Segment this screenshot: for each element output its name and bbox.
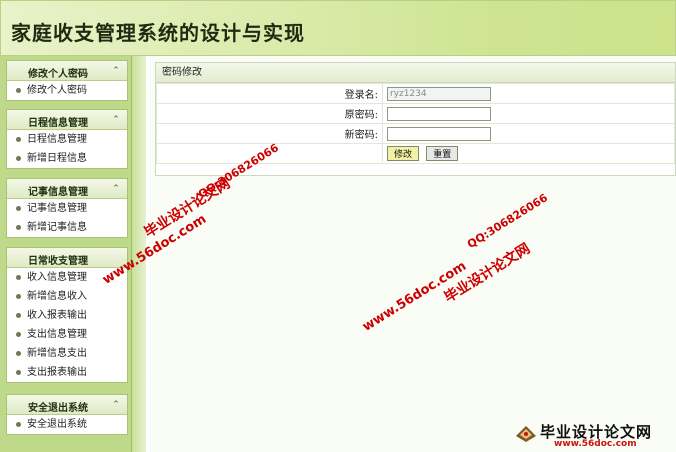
sidebar-item-expense-manage[interactable]: 支出信息管理	[7, 325, 127, 344]
password-panel: 密码修改 登录名: 原密码: 新密码: 修改 重置	[155, 62, 676, 176]
sidebar-item-label: 修改个人密码	[27, 85, 87, 96]
sidebar-item-label: 新增信息收入	[27, 291, 87, 302]
sidebar-item-label: 支出信息管理	[27, 329, 87, 340]
sidebar-item-label: 支出报表输出	[27, 367, 87, 378]
bullet-icon	[16, 88, 21, 93]
group-title: 安全退出系统	[28, 403, 88, 414]
new-password-field[interactable]	[387, 126, 491, 141]
bullet-icon	[16, 351, 21, 356]
sidebar-item-label: 日程信息管理	[27, 134, 87, 145]
sidebar-item-label: 记事信息管理	[27, 203, 87, 214]
group-header[interactable]: 安全退出系统 ⌃	[7, 395, 127, 415]
bullet-icon	[16, 313, 21, 318]
group-header[interactable]: 日程信息管理 ⌃	[7, 110, 127, 130]
panel-title: 密码修改	[156, 63, 675, 83]
logo-icon	[516, 426, 536, 442]
group-header[interactable]: 修改个人密码 ⌃	[7, 61, 127, 81]
app-header: 家庭收支管理系统的设计与实现	[0, 0, 676, 56]
group-title: 记事信息管理	[28, 187, 88, 198]
new-password-label: 新密码:	[156, 123, 383, 144]
sidebar-item-income-add[interactable]: 新增信息收入	[7, 287, 127, 306]
bullet-icon	[16, 206, 21, 211]
bullet-icon	[16, 422, 21, 427]
sidebar-item-label: 新增记事信息	[27, 222, 87, 233]
form-row: 登录名:	[156, 83, 675, 104]
site-logo: 毕业设计论文网 www.56doc.com	[510, 420, 676, 450]
collapse-icon[interactable]: ⌃	[111, 66, 121, 76]
sidebar-item-expense-report[interactable]: 支出报表输出	[7, 363, 127, 382]
sidebar-item-notes-add[interactable]: 新增记事信息	[7, 218, 127, 237]
reset-button[interactable]: 重置	[426, 146, 459, 161]
form-row: 新密码:	[156, 123, 675, 144]
password-form: 登录名: 原密码: 新密码: 修改 重置	[156, 83, 675, 164]
sidebar-group-schedule: 日程信息管理 ⌃ 日程信息管理 新增日程信息	[6, 109, 128, 169]
sidebar-item-schedule-manage[interactable]: 日程信息管理	[7, 130, 127, 149]
sidebar-item-logout[interactable]: 安全退出系统	[7, 415, 127, 434]
sidebar-item-label: 新增信息支出	[27, 348, 87, 359]
collapse-icon[interactable]: ⌃	[111, 184, 121, 194]
group-title: 日常收支管理	[28, 256, 88, 267]
submit-button[interactable]: 修改	[387, 146, 420, 161]
sidebar-item-label: 收入信息管理	[27, 272, 87, 283]
form-row: 修改 重置	[156, 143, 675, 164]
login-name-field[interactable]	[387, 86, 491, 101]
app-title: 家庭收支管理系统的设计与实现	[11, 21, 305, 45]
bullet-icon	[16, 332, 21, 337]
sidebar-group-notes: 记事信息管理 ⌃ 记事信息管理 新增记事信息	[6, 178, 128, 238]
collapse-icon[interactable]: ⌃	[111, 400, 121, 410]
collapse-icon[interactable]: ⌃	[111, 115, 121, 125]
sidebar-group-logout: 安全退出系统 ⌃ 安全退出系统	[6, 394, 128, 435]
old-password-label: 原密码:	[156, 103, 383, 124]
sidebar-item-label: 收入报表输出	[27, 310, 87, 321]
bullet-icon	[16, 137, 21, 142]
bullet-icon	[16, 156, 21, 161]
group-header[interactable]: 记事信息管理 ⌃	[7, 179, 127, 199]
bullet-icon	[16, 370, 21, 375]
logo-url: www.56doc.com	[554, 439, 637, 449]
sidebar-item-schedule-add[interactable]: 新增日程信息	[7, 149, 127, 168]
sidebar: 修改个人密码 ⌃ 修改个人密码 日程信息管理 ⌃ 日程信息管理 新增日程信息 记…	[0, 56, 132, 452]
form-row: 原密码:	[156, 103, 675, 124]
old-password-field[interactable]	[387, 106, 491, 121]
sidebar-item-label: 新增日程信息	[27, 153, 87, 164]
sidebar-item-label: 安全退出系统	[27, 419, 87, 430]
sidebar-item-income-report[interactable]: 收入报表输出	[7, 306, 127, 325]
header-gradient	[415, 1, 675, 55]
sidebar-item-notes-manage[interactable]: 记事信息管理	[7, 199, 127, 218]
group-title: 修改个人密码	[28, 69, 88, 80]
bullet-icon	[16, 294, 21, 299]
bullet-icon	[16, 225, 21, 230]
sidebar-item-expense-add[interactable]: 新增信息支出	[7, 344, 127, 363]
group-header[interactable]: 日常收支管理	[7, 248, 127, 268]
sidebar-group-password: 修改个人密码 ⌃ 修改个人密码	[6, 60, 128, 101]
login-name-label: 登录名:	[156, 83, 383, 104]
bullet-icon	[16, 275, 21, 280]
sidebar-item-change-password[interactable]: 修改个人密码	[7, 81, 127, 100]
group-title: 日程信息管理	[28, 118, 88, 129]
main-content: 密码修改 登录名: 原密码: 新密码: 修改 重置	[150, 56, 676, 452]
